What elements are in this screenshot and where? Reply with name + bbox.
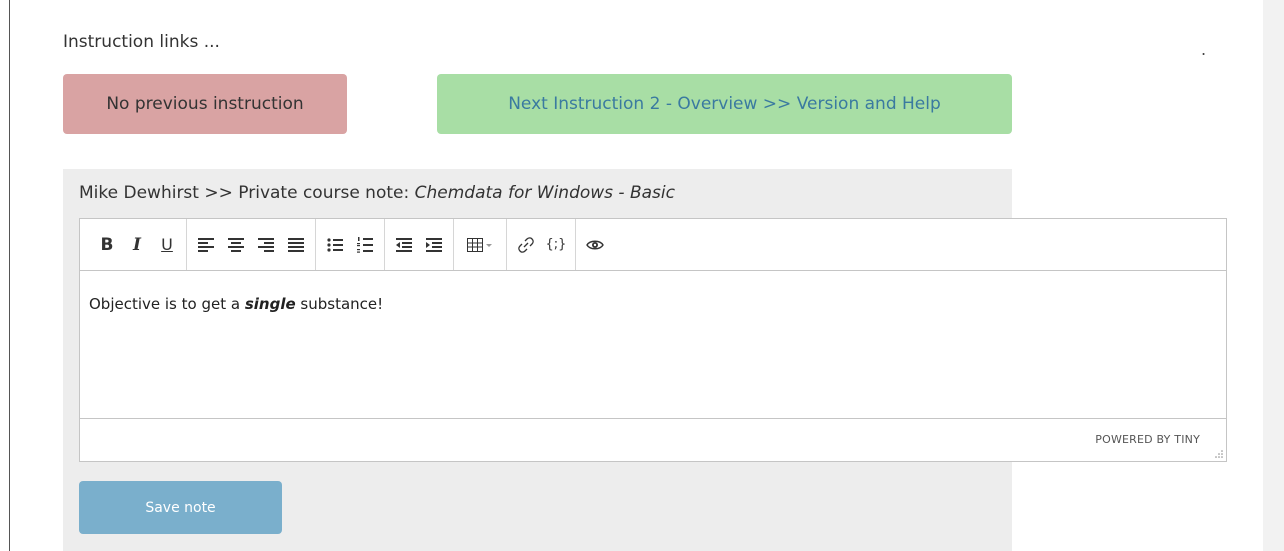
bold-icon: B bbox=[100, 234, 114, 255]
align-right-icon bbox=[258, 237, 274, 252]
bullet-list-button[interactable] bbox=[320, 228, 350, 262]
align-left-button[interactable] bbox=[191, 228, 221, 262]
align-center-icon bbox=[228, 237, 244, 252]
align-right-button[interactable] bbox=[251, 228, 281, 262]
right-scroll-area bbox=[1263, 0, 1284, 551]
preview-icon bbox=[586, 240, 604, 249]
table-icon bbox=[467, 237, 492, 252]
link-button[interactable] bbox=[511, 228, 541, 262]
outdent-button[interactable] bbox=[389, 228, 419, 262]
italic-button[interactable]: I bbox=[122, 228, 152, 262]
content-text-before: Objective is to get a bbox=[89, 295, 245, 313]
save-note-label: Save note bbox=[145, 499, 216, 516]
indent-icon bbox=[426, 237, 442, 252]
format-group: B I U bbox=[88, 219, 187, 270]
list-group bbox=[316, 219, 385, 270]
indent-group bbox=[385, 219, 454, 270]
editor-statusbar: POWERED BY TINY bbox=[80, 418, 1226, 461]
bullet-list-icon bbox=[327, 237, 343, 252]
save-note-button[interactable]: Save note bbox=[79, 481, 282, 534]
view-group bbox=[576, 219, 614, 270]
underline-icon: U bbox=[161, 235, 173, 254]
note-label: Private course note: bbox=[238, 183, 410, 203]
bold-button[interactable]: B bbox=[92, 228, 122, 262]
outdent-icon bbox=[396, 237, 412, 252]
align-justify-button[interactable] bbox=[281, 228, 311, 262]
underline-button[interactable]: U bbox=[152, 228, 182, 262]
next-instruction-button[interactable]: Next Instruction 2 - Overview >> Version… bbox=[437, 74, 1012, 134]
alignment-group bbox=[187, 219, 316, 270]
instruction-links-heading: Instruction links ... bbox=[63, 32, 220, 52]
align-center-button[interactable] bbox=[221, 228, 251, 262]
note-title: Mike Dewhirst >> Private course note: Ch… bbox=[79, 183, 675, 203]
powered-by-tiny-link[interactable]: POWERED BY TINY bbox=[1095, 433, 1200, 446]
rich-text-editor: B I U {;} Objective is to get a single s… bbox=[79, 218, 1227, 462]
align-left-icon bbox=[198, 237, 214, 252]
content-emphasis: single bbox=[244, 295, 296, 313]
table-button[interactable] bbox=[458, 228, 502, 262]
link-icon bbox=[518, 236, 534, 253]
note-course: Chemdata for Windows - Basic bbox=[414, 183, 675, 203]
previous-instruction-button[interactable]: No previous instruction bbox=[63, 74, 347, 134]
code-sample-button[interactable]: {;} bbox=[541, 228, 571, 262]
editor-content-area[interactable]: Objective is to get a single substance! bbox=[80, 271, 1226, 419]
table-group bbox=[454, 219, 507, 270]
resize-handle-icon[interactable] bbox=[1213, 448, 1223, 458]
note-author: Mike Dewhirst bbox=[79, 183, 199, 203]
editor-toolbar: B I U {;} bbox=[80, 219, 1226, 271]
insert-group: {;} bbox=[507, 219, 576, 270]
code-icon: {;} bbox=[545, 237, 567, 252]
previous-instruction-label: No previous instruction bbox=[106, 94, 304, 114]
numbered-list-button[interactable] bbox=[350, 228, 380, 262]
next-instruction-label: Next Instruction 2 - Overview >> Version… bbox=[508, 94, 941, 114]
align-justify-icon bbox=[288, 237, 304, 252]
left-border bbox=[9, 0, 10, 551]
numbered-list-icon bbox=[357, 236, 373, 253]
preview-button[interactable] bbox=[580, 228, 610, 262]
indent-button[interactable] bbox=[419, 228, 449, 262]
stray-dot: . bbox=[1201, 40, 1207, 59]
note-separator: >> bbox=[204, 183, 233, 203]
italic-icon: I bbox=[133, 234, 141, 255]
content-text-after: substance! bbox=[295, 295, 384, 313]
